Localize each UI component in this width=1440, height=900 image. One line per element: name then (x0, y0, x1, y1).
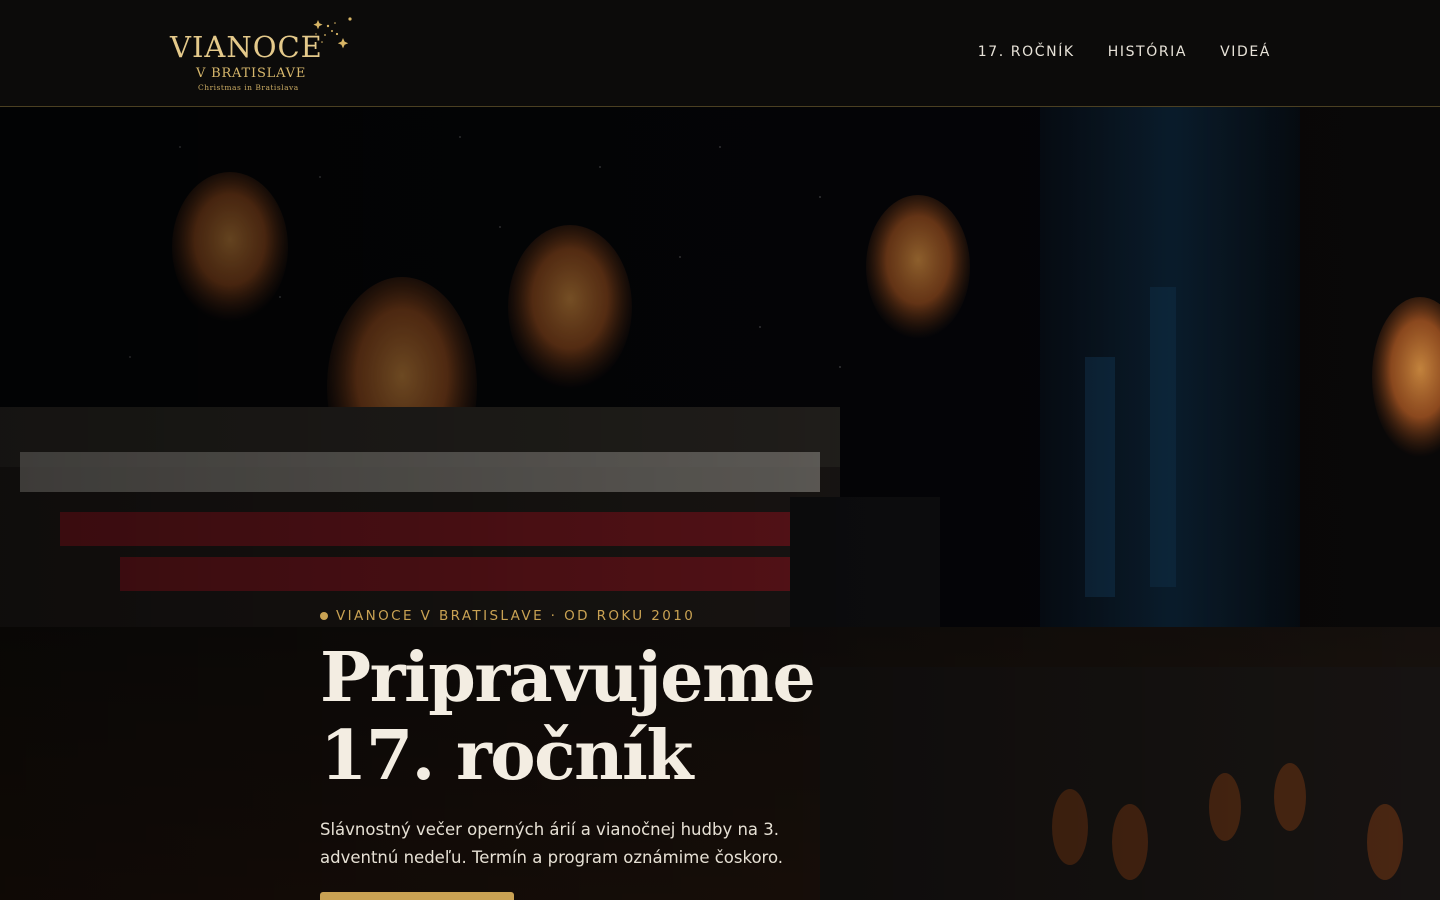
nav-item-historia[interactable]: História (1108, 44, 1187, 60)
star-sparkle-icon (313, 17, 352, 49)
eyebrow-text: Vianoce v Bratislave · od roku 2010 (336, 608, 696, 624)
hero-title-line-2: 17. ročník (320, 716, 693, 796)
dot-icon (320, 612, 328, 620)
logo-title: Vianoce (170, 30, 323, 64)
hero-eyebrow: Vianoce v Bratislave · od roku 2010 (320, 608, 695, 624)
hero-description: Slávnostný večer operných árií a vianočn… (320, 820, 784, 867)
site-logo[interactable]: Vianoce V Bratislave Christmas in Bratis… (168, 14, 368, 96)
hero-title-line-1: Pripravujeme (320, 638, 816, 718)
logo-subtitle: V Bratislave (196, 66, 307, 81)
hero-section: Vianoce v Bratislave · od roku 2010 Prip… (0, 107, 1440, 900)
hero-title: Pripravujeme 17. ročník (320, 639, 1020, 795)
main-nav: 17. ročník História Videá (978, 44, 1271, 60)
logo-tagline: Christmas in Bratislava (198, 83, 299, 92)
hero-content: Vianoce v Bratislave · od roku 2010 Prip… (320, 107, 1020, 900)
site-header: Vianoce V Bratislave Christmas in Bratis… (0, 0, 1440, 107)
hero-cta-button[interactable] (320, 892, 514, 900)
nav-item-17-rocnik[interactable]: 17. ročník (978, 44, 1075, 60)
nav-item-videa[interactable]: Videá (1220, 44, 1271, 60)
